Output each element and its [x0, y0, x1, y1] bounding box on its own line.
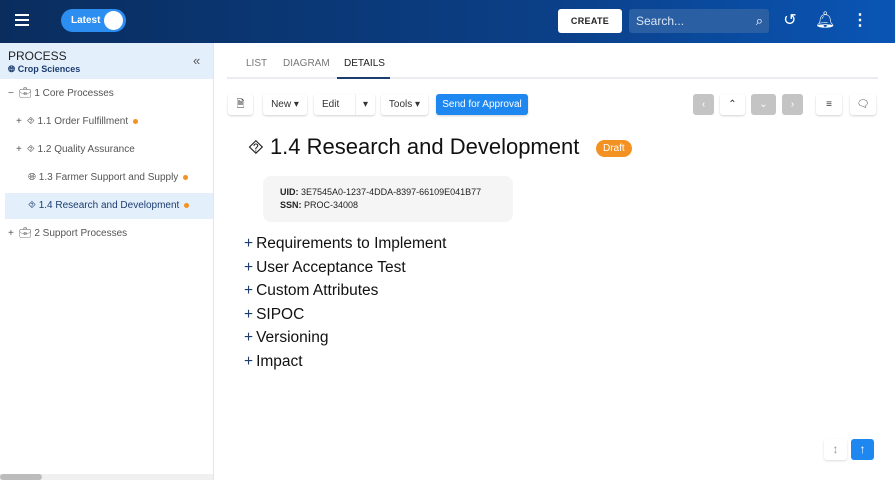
plus-icon: + — [244, 258, 254, 276]
status-badge: Draft — [596, 140, 632, 157]
sidebar-item-label: 1 Core Processes — [34, 88, 114, 99]
move-up-button[interactable]: ⌃ — [720, 94, 745, 115]
export-document-button[interactable]: 🗎︎ — [228, 94, 253, 115]
horizontal-scrollbar[interactable] — [0, 474, 213, 480]
section-expander[interactable]: + Requirements to Implement — [244, 235, 446, 253]
ssn-value: PROC-34008 — [304, 200, 359, 210]
section-label: User Acceptance Test — [256, 258, 406, 276]
expand-toggle-icon[interactable]: − — [8, 88, 14, 99]
tab-diagram[interactable]: DIAGRAM — [283, 58, 330, 69]
sidebar-item-label: 1.4 Research and Development — [38, 200, 180, 211]
sidebar-item[interactable]: 🌐︎ 1.3 Farmer Support and Supply — [28, 165, 189, 191]
tab-details[interactable]: DETAILS — [344, 58, 385, 69]
toggle-label: Latest — [71, 15, 101, 26]
section-label: Requirements to Implement — [256, 235, 447, 252]
top-header: Latest CREATE Search... ⌕ ↺ 🔔︎ ⋮ — [0, 0, 895, 43]
scroll-toggle-button[interactable]: ↕ — [824, 439, 847, 460]
search-placeholder: Search... — [636, 14, 685, 28]
previous-button[interactable]: ‹ — [693, 94, 714, 115]
plus-icon: + — [244, 235, 254, 252]
section-expander[interactable]: + User Acceptance Test — [244, 259, 406, 277]
sidebar-item-label: 1.1 Order Fulfillment — [37, 116, 129, 127]
toggle-knob — [104, 11, 123, 30]
sidebar-item[interactable]: − 💼︎ 1 Core Processes — [8, 81, 114, 107]
hamburger-menu-icon[interactable] — [15, 14, 29, 26]
unsaved-indicator-dot — [183, 174, 189, 180]
new-dropdown-button[interactable]: New ▾ — [263, 94, 307, 115]
sidebar-subtitle: Crop Sciences — [17, 64, 81, 74]
sidebar-title: PROCESS — [8, 49, 67, 63]
plus-icon: + — [244, 352, 254, 370]
tools-dropdown-button[interactable]: Tools ▾ — [381, 94, 428, 115]
briefcase-icon: 💼︎ — [18, 88, 32, 99]
sidebar-header: PROCESS 🌐︎ Crop Sciences « — [0, 43, 213, 79]
sidebar-item-label: 1.2 Quality Assurance — [37, 144, 135, 155]
page-title: ⯑ 1.4 Research and Development — [248, 134, 580, 159]
section-label: SIPOC — [256, 305, 305, 323]
edit-button[interactable]: Edit ▾ — [314, 94, 375, 115]
section-expander[interactable]: + Custom Attributes — [244, 282, 378, 300]
plus-icon: + — [244, 282, 254, 299]
section-expander[interactable]: + Versioning — [244, 329, 328, 347]
section-label: Custom Attributes — [256, 282, 379, 299]
search-icon[interactable]: ⌕ — [756, 9, 763, 33]
active-tab-indicator — [337, 77, 390, 79]
add-to-list-button[interactable]: ≡ — [816, 94, 842, 115]
metadata-box: UID: 3E7545A0-1237-4DDA-8397-66109E041B7… — [263, 176, 513, 222]
process-flow-icon: ⯑ — [248, 137, 264, 159]
uid-value: 3E7545A0-1237-4DDA-8397-66109E041B77 — [301, 187, 482, 197]
briefcase-icon: 💼︎ — [18, 228, 32, 239]
sidebar-item[interactable]: + ⯑ 1.1 Order Fulfillment — [16, 109, 139, 135]
sidebar-item[interactable]: + ⯑ 1.2 Quality Assurance — [16, 137, 135, 163]
sidebar-item-label: 2 Support Processes — [34, 228, 128, 239]
globe-icon: 🌐︎ — [8, 64, 18, 74]
plus-icon: + — [244, 329, 254, 346]
tab-bar: LIST DIAGRAM DETAILS — [227, 48, 878, 79]
sidebar-item[interactable]: ⯑ 1.4 Research and Development — [5, 193, 213, 219]
sidebar: PROCESS 🌐︎ Crop Sciences « − 💼︎ 1 Core Pr… — [0, 43, 214, 480]
process-flow-icon: ⯑ — [26, 144, 35, 155]
edit-dropdown-icon[interactable]: ▾ — [355, 94, 375, 115]
move-down-button[interactable]: ⌄ — [751, 94, 776, 115]
section-label: Impact — [256, 352, 303, 370]
section-expander[interactable]: + SIPOC — [244, 306, 304, 324]
latest-toggle[interactable]: Latest — [61, 9, 126, 32]
expand-toggle-icon[interactable]: + — [8, 228, 14, 239]
scroll-to-top-button[interactable]: ↑ — [851, 439, 874, 460]
sidebar-item-label: 1.3 Farmer Support and Supply — [38, 172, 179, 183]
create-button[interactable]: CREATE — [558, 9, 622, 33]
more-vert-icon[interactable]: ⋮ — [850, 11, 870, 31]
expand-toggle-icon[interactable]: + — [16, 116, 22, 127]
globe-icon: 🌐︎ — [28, 172, 36, 183]
sidebar-item[interactable]: + 💼︎ 2 Support Processes — [8, 221, 127, 247]
unsaved-indicator-dot — [133, 118, 139, 124]
process-flow-icon: ⯑ — [26, 116, 35, 127]
section-label: Versioning — [256, 329, 329, 346]
plus-icon: + — [244, 305, 254, 323]
next-button[interactable]: › — [782, 94, 803, 115]
search-input[interactable]: Search... ⌕ — [629, 9, 769, 33]
unsaved-indicator-dot — [184, 202, 190, 208]
send-for-approval-button[interactable]: Send for Approval — [436, 94, 528, 115]
comments-button[interactable]: 🗨︎ — [850, 94, 876, 115]
history-icon[interactable]: ↺ — [780, 11, 800, 31]
tab-list[interactable]: LIST — [246, 58, 267, 69]
expand-toggle-icon[interactable]: + — [16, 144, 22, 155]
section-expander[interactable]: + Impact — [244, 353, 303, 371]
process-flow-icon: ⯑ — [28, 200, 36, 211]
bell-icon[interactable]: 🔔︎ — [815, 11, 835, 31]
collapse-sidebar-icon[interactable]: « — [193, 53, 200, 68]
